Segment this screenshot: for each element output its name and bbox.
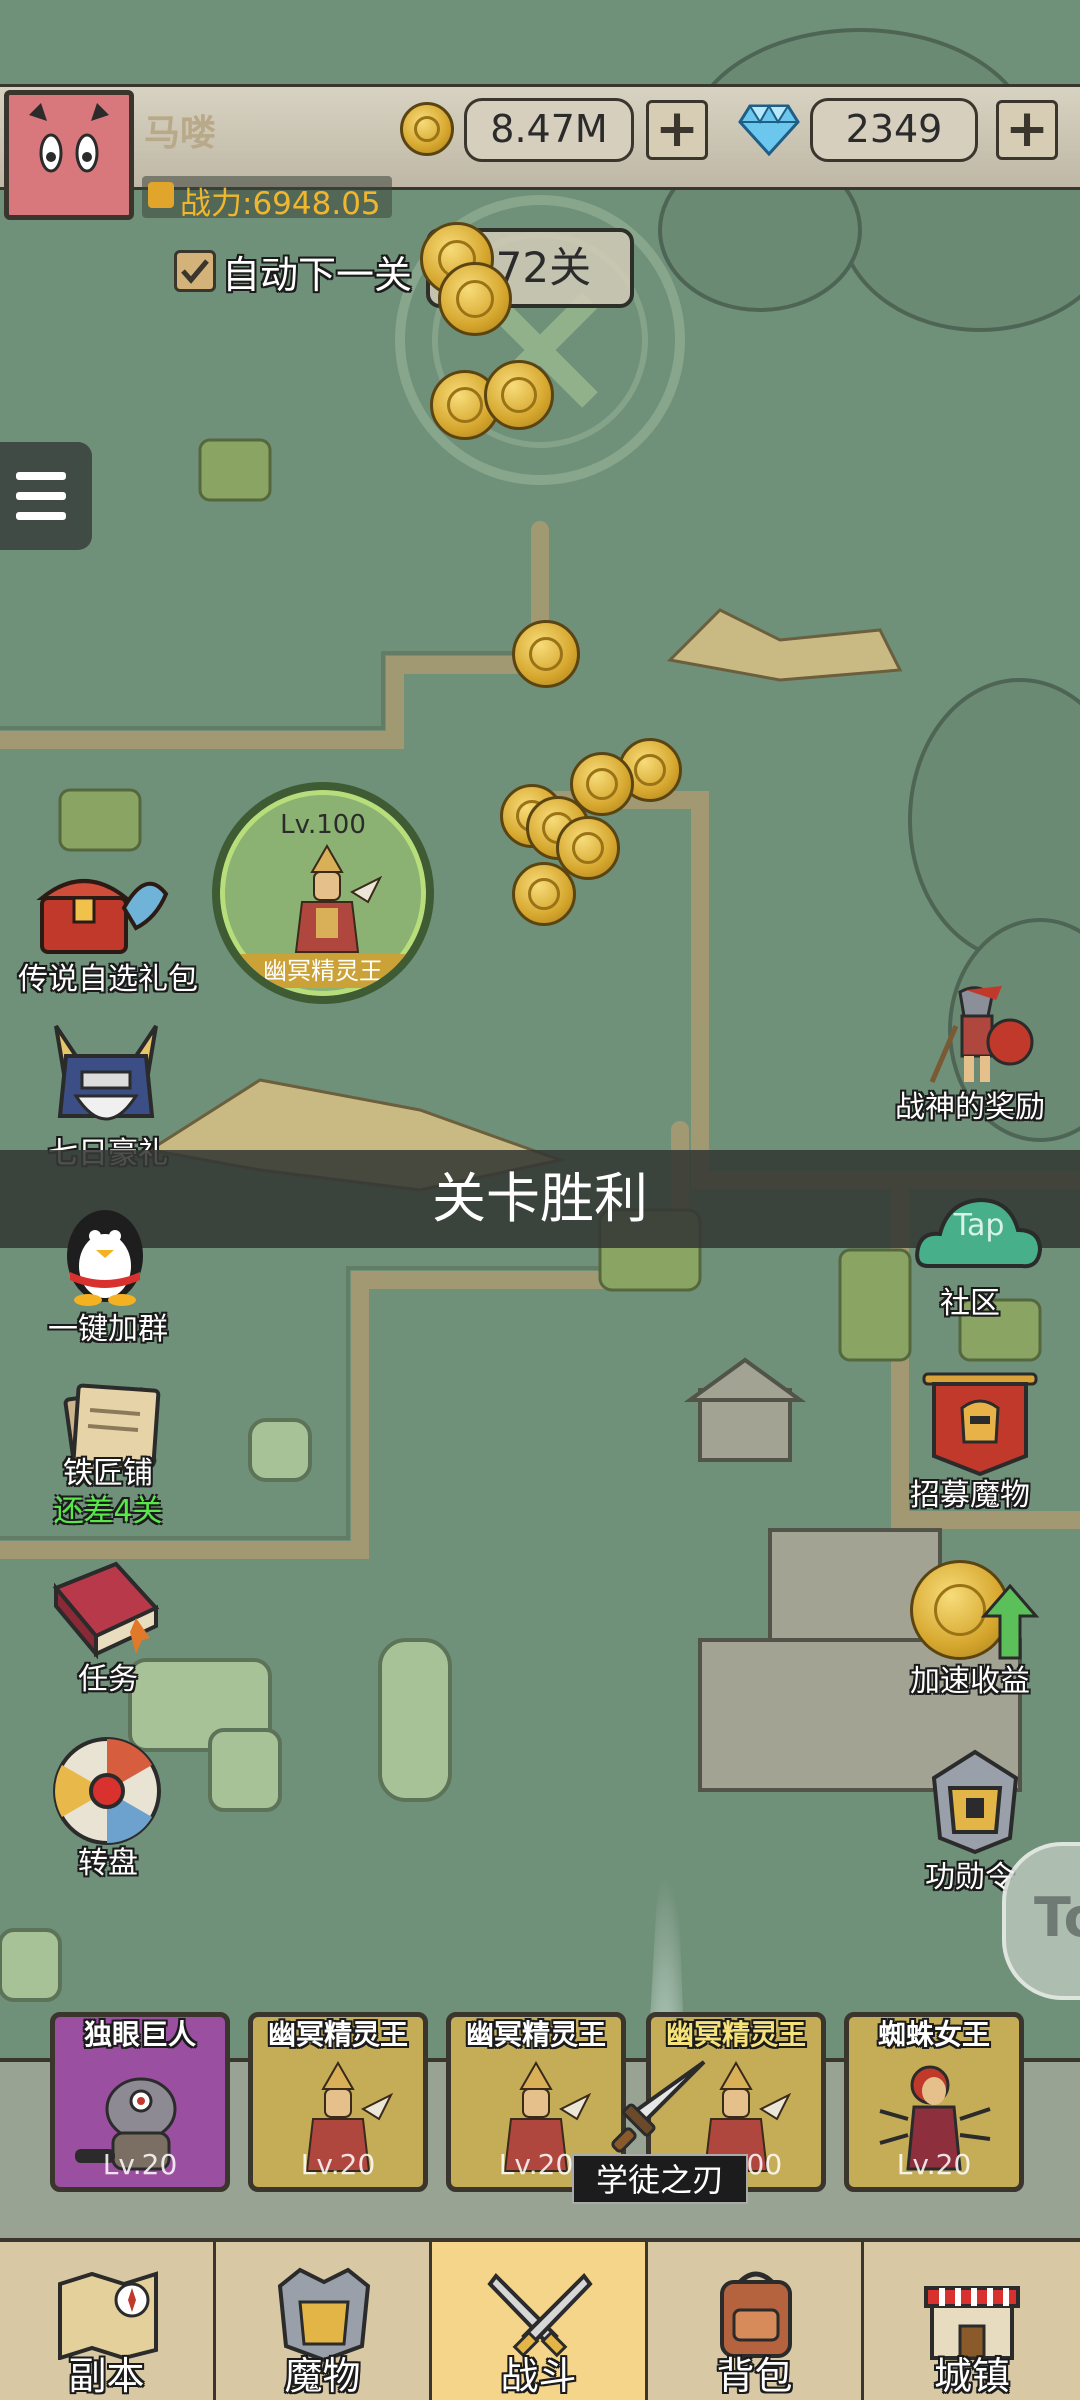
gem-amount: 2349 — [810, 98, 978, 162]
team-card-name: 蜘蛛女王 — [877, 2018, 990, 2051]
menu-label: 一键加群 — [48, 1312, 168, 1347]
gold-coin-drop[interactable] — [438, 262, 512, 336]
team-card-name: 幽冥精灵王 — [267, 2018, 408, 2051]
penguin-icon — [67, 1210, 143, 1306]
gold-coin-drop[interactable] — [512, 620, 580, 688]
hamburger-icon — [16, 472, 66, 520]
menu-label: 任务 — [78, 1662, 138, 1697]
join-group-button[interactable]: 一键加群 — [0, 1196, 216, 1347]
speed-up-income-button[interactable]: 加速收益 — [870, 1552, 1080, 1702]
nav-label: 魔物 — [284, 2354, 361, 2398]
treasure-chest-icon — [36, 879, 169, 954]
player-name: 马喽 — [144, 113, 217, 154]
nav-tab-dungeon[interactable]: 副本 — [0, 2242, 216, 2400]
team-card-name: 幽冥精灵王 — [665, 2018, 806, 2051]
menu-label: 战神的奖励 — [895, 1090, 1045, 1125]
recruit-banner-icon — [922, 1372, 1038, 1477]
game-screen: { "player": { "name": "马喽", "power_label… — [0, 0, 1080, 2400]
team-card-spider-queen[interactable]: 蜘蛛女王 Lv.20 — [844, 2012, 1024, 2192]
menu-label: 传说自选礼包 — [18, 962, 198, 997]
spartan-warrior-icon — [929, 986, 1034, 1083]
nav-label: 城镇 — [933, 2354, 1010, 2398]
power-icon — [148, 182, 174, 208]
checkmark-icon — [181, 259, 209, 284]
menu-label: 加速收益 — [910, 1664, 1030, 1699]
bottom-nav: 副本 魔物 战斗 背包 城镇 — [0, 2238, 1080, 2400]
blacksmith-unlock-hint: 还差4关 — [53, 1494, 163, 1529]
gold-coin-drop[interactable] — [484, 360, 554, 430]
nav-tab-town[interactable]: 城镇 — [864, 2242, 1080, 2400]
auto-next-checkbox[interactable] — [174, 250, 216, 292]
community-button[interactable]: Tap 社区 — [870, 1188, 1080, 1328]
boss-name: 幽冥精灵王 — [220, 954, 426, 988]
nav-tab-battle[interactable]: 战斗 — [432, 2242, 648, 2400]
team-card-level: Lv.20 — [102, 2148, 178, 2181]
menu-label: 招募魔物 — [910, 1478, 1030, 1513]
nav-tab-backpack[interactable]: 背包 — [648, 2242, 864, 2400]
tap-badge: Tap — [953, 1208, 1005, 1243]
team-card-name: 独眼巨人 — [83, 2018, 196, 2051]
gold-coin-drop[interactable] — [512, 862, 576, 926]
quest-book-icon — [52, 1561, 160, 1660]
gold-coin-icon — [400, 102, 454, 156]
add-gold-button[interactable]: + — [646, 100, 708, 160]
wheel-icon — [53, 1737, 161, 1845]
gem-icon — [738, 103, 800, 157]
knight-helmet-icon — [54, 1024, 158, 1121]
lucky-wheel-button[interactable]: 转盘 — [0, 1734, 216, 1884]
floating-tap-label: To — [1034, 1886, 1080, 1949]
dagger-icon — [611, 2060, 706, 2153]
legend-gift-pack-button[interactable]: 传说自选礼包 — [0, 858, 216, 998]
boss-portrait[interactable]: Lv.100 幽冥精灵王 — [212, 782, 434, 1004]
floating-tap-button[interactable]: To — [1002, 1842, 1080, 2000]
avatar-demon-icon — [29, 103, 109, 173]
power-value: 战力:6948.05 — [180, 186, 381, 222]
menu-label: 转盘 — [78, 1846, 138, 1881]
team-card-level: Lv.20 — [300, 2148, 376, 2181]
quest-button[interactable]: 任务 — [0, 1558, 216, 1698]
elf-king-figure-icon — [294, 843, 382, 953]
nav-tab-monster[interactable]: 魔物 — [216, 2242, 432, 2400]
gold-amount: 8.47M — [464, 98, 634, 162]
war-god-reward-button[interactable]: 战神的奖励 — [870, 986, 1080, 1126]
team-card-elf-king[interactable]: 幽冥精灵王 Lv.20 — [248, 2012, 428, 2192]
drop-item-label: 学徒之刃 — [572, 2154, 748, 2204]
player-avatar[interactable] — [4, 90, 134, 220]
menu-label: 社区 — [940, 1286, 1000, 1321]
blacksmith-button[interactable]: 铁匠铺 还差4关 — [0, 1380, 216, 1529]
power-panel: 战力:6948.05 — [142, 176, 392, 222]
up-arrow-icon — [980, 1583, 1040, 1660]
nav-label: 副本 — [68, 2354, 145, 2398]
recruit-monster-button[interactable]: 招募魔物 — [870, 1368, 1080, 1518]
team-card-cyclops[interactable]: 独眼巨人 Lv.20 — [50, 2012, 230, 2192]
boss-level: Lv.100 — [280, 810, 366, 840]
medal-helmet-icon — [931, 1749, 1019, 1855]
side-menu-button[interactable] — [0, 442, 92, 550]
auto-next-label[interactable]: 自动下一关 — [222, 244, 412, 299]
team-card-name: 幽冥精灵王 — [465, 2018, 606, 2051]
team-card-level: Lv.20 — [896, 2148, 972, 2181]
nav-label: 战斗 — [500, 2354, 577, 2398]
add-gem-button[interactable]: + — [996, 100, 1058, 160]
nav-label: 背包 — [716, 2354, 793, 2398]
